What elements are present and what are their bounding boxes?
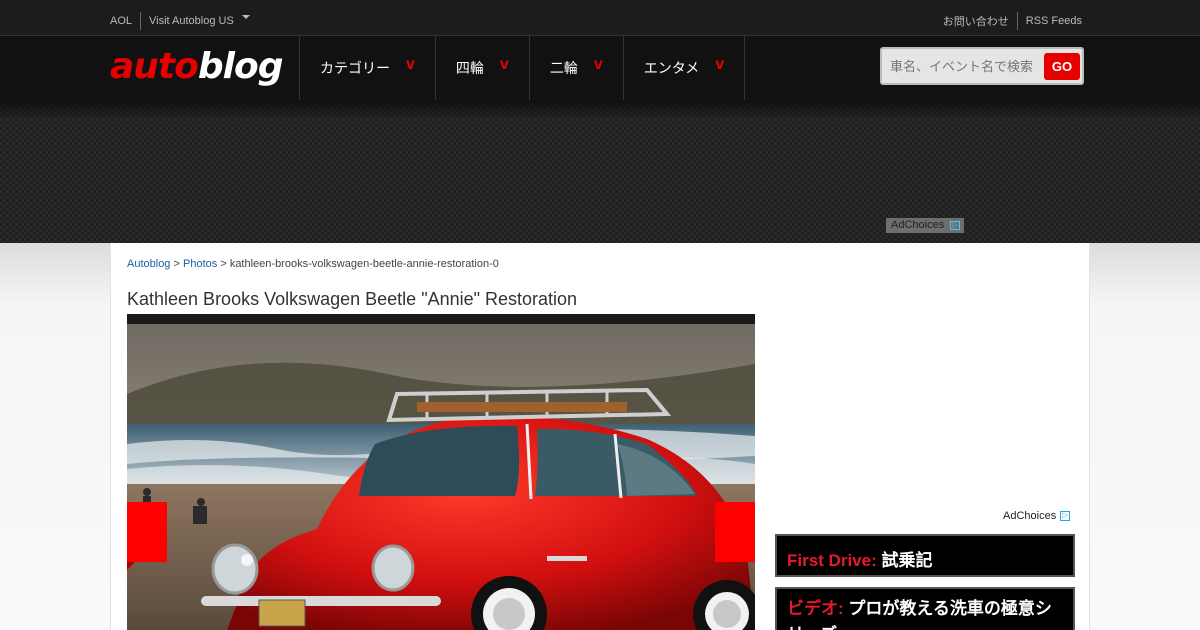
search-go-button[interactable]: GO bbox=[1044, 53, 1080, 80]
chevron-down-icon: v bbox=[593, 56, 603, 73]
sidebar-adchoices[interactable]: AdChoices ▷ bbox=[1003, 510, 1071, 522]
gallery-next-arrow[interactable] bbox=[715, 502, 755, 562]
nav-item-category[interactable]: カテゴリー v bbox=[300, 36, 436, 100]
breadcrumb-current: kathleen-brooks-volkswagen-beetle-annie-… bbox=[229, 258, 499, 270]
dropdown-caret-icon[interactable] bbox=[241, 15, 250, 19]
gallery-photo[interactable] bbox=[127, 324, 755, 630]
topbar-divider bbox=[140, 12, 142, 30]
nav-item-two-wheel[interactable]: 二輪 v bbox=[530, 36, 624, 100]
logo-blog-text: blog bbox=[197, 46, 284, 87]
nav-item-entertainment[interactable]: エンタメ v bbox=[624, 36, 746, 100]
adchoices-label: AdChoices bbox=[1003, 510, 1057, 522]
top-utility-bar: AOL Visit Autoblog US お問い合わせ RSS Feeds bbox=[0, 0, 1200, 36]
promo-kicker: ビデオ: bbox=[787, 599, 844, 618]
photo-gallery bbox=[127, 314, 755, 630]
search-input[interactable] bbox=[890, 56, 1040, 76]
breadcrumb-photos-link[interactable]: Photos bbox=[183, 258, 217, 270]
adchoices-label: AdChoices bbox=[891, 219, 945, 231]
breadcrumb-home-link[interactable]: Autoblog bbox=[127, 258, 170, 270]
site-header: autoblog カテゴリー v 四輪 v 二輪 v エンタメ v GO bbox=[0, 36, 1200, 100]
nav-label: カテゴリー bbox=[320, 60, 390, 76]
main-content: Autoblog > Photos > kathleen-brooks-volk… bbox=[110, 243, 1090, 630]
search-box: GO bbox=[880, 47, 1084, 85]
contact-link[interactable]: お問い合わせ bbox=[943, 13, 1009, 29]
adchoices-triangle-icon: ▷ bbox=[1060, 511, 1071, 522]
beetle-photo-image bbox=[127, 324, 755, 630]
topbar-right-links: お問い合わせ RSS Feeds bbox=[943, 12, 1082, 30]
chevron-down-icon: v bbox=[715, 56, 725, 73]
visit-us-link[interactable]: Visit Autoblog US bbox=[149, 15, 234, 27]
nav-label: 四輪 bbox=[455, 60, 484, 76]
main-nav: カテゴリー v 四輪 v 二輪 v エンタメ v bbox=[299, 36, 746, 100]
breadcrumb-separator: > bbox=[173, 258, 180, 270]
autoblog-logo[interactable]: autoblog bbox=[110, 46, 283, 87]
topbar-left-links: AOL Visit Autoblog US bbox=[110, 12, 250, 30]
gallery-prev-arrow[interactable] bbox=[127, 502, 167, 570]
promo-text: 試乗記 bbox=[881, 551, 933, 570]
nav-label: エンタメ bbox=[643, 60, 700, 76]
topbar-divider bbox=[1016, 12, 1018, 30]
chevron-down-icon: v bbox=[406, 56, 415, 73]
ad-banner-area bbox=[0, 100, 1200, 243]
adchoices-triangle-icon: ▷ bbox=[950, 221, 960, 230]
promo-first-drive[interactable]: First Drive: 試乗記 bbox=[775, 534, 1075, 577]
chevron-down-icon: v bbox=[499, 56, 509, 73]
breadcrumb: Autoblog > Photos > kathleen-brooks-volk… bbox=[127, 258, 499, 270]
nav-item-four-wheel[interactable]: 四輪 v bbox=[436, 36, 530, 100]
aol-link[interactable]: AOL bbox=[110, 15, 132, 27]
promo-kicker: First Drive: bbox=[787, 551, 877, 570]
nav-label: 二輪 bbox=[549, 60, 578, 76]
promo-video[interactable]: ビデオ: プロが教える洗車の極意シリーズ bbox=[775, 587, 1075, 630]
adchoices-badge[interactable]: AdChoices ▷ bbox=[886, 218, 964, 233]
breadcrumb-separator: > bbox=[220, 258, 227, 270]
page-title: Kathleen Brooks Volkswagen Beetle "Annie… bbox=[127, 289, 578, 309]
logo-auto-text: auto bbox=[110, 46, 199, 87]
rss-link[interactable]: RSS Feeds bbox=[1026, 15, 1082, 27]
